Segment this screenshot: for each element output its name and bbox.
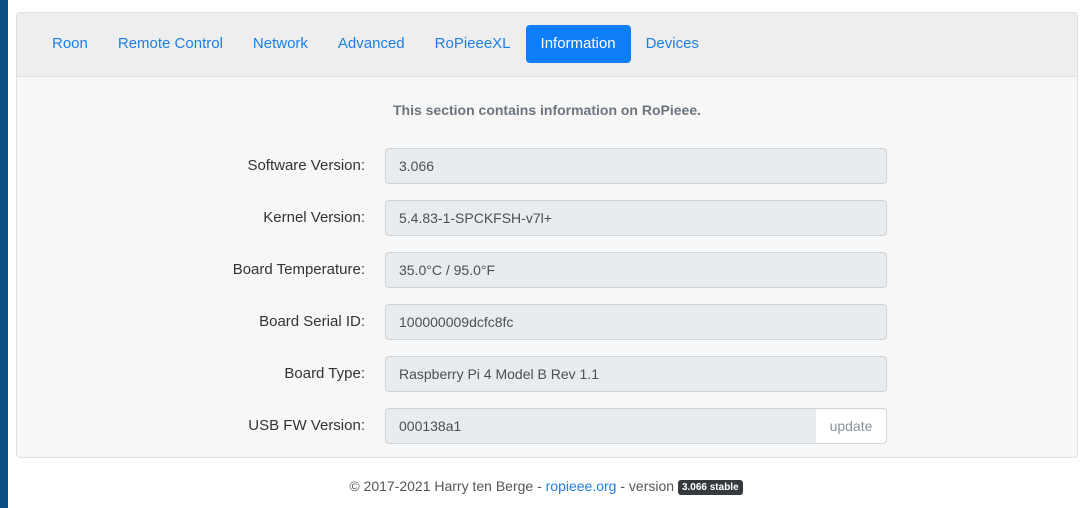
version-badge: 3.066 stable <box>677 480 743 495</box>
tabs: Roon Remote Control Network Advanced RoP… <box>37 25 714 63</box>
tab-advanced[interactable]: Advanced <box>323 25 420 63</box>
usb-fw-version-field[interactable]: 000138a1 <box>385 408 817 444</box>
tab-ropieeexl[interactable]: RoPieeeXL <box>420 25 526 63</box>
board-serial-id-field[interactable]: 100000009dcfc8fc <box>385 304 887 340</box>
tab-devices[interactable]: Devices <box>631 25 714 63</box>
tab-bar: Roon Remote Control Network Advanced RoP… <box>17 13 1077 77</box>
page: Roon Remote Control Network Advanced RoP… <box>8 0 1084 508</box>
kernel-version-field[interactable]: 5.4.83-1-SPCKFSH-v7l+ <box>385 200 887 236</box>
section-intro: This section contains information on RoP… <box>392 102 702 118</box>
software-version-label: Software Version: <box>247 157 365 174</box>
board-type-label: Board Type: <box>284 365 365 382</box>
footer-copyright: © 2017-2021 Harry ten Berge - <box>349 478 546 494</box>
footer: © 2017-2021 Harry ten Berge - ropieee.or… <box>8 478 1084 495</box>
tab-remote-control[interactable]: Remote Control <box>103 25 238 63</box>
usb-fw-version-label: USB FW Version: <box>248 417 365 434</box>
update-button[interactable]: update <box>816 408 887 444</box>
board-temperature-field[interactable]: 35.0°C / 95.0°F <box>385 252 887 288</box>
tab-information[interactable]: Information <box>525 25 631 63</box>
software-version-field[interactable]: 3.066 <box>385 148 887 184</box>
kernel-version-row: Kernel Version: 5.4.83-1-SPCKFSH-v7l+ <box>17 200 1077 236</box>
tab-roon[interactable]: Roon <box>37 25 103 63</box>
software-version-row: Software Version: 3.066 <box>17 148 1077 184</box>
settings-card: Roon Remote Control Network Advanced RoP… <box>16 12 1078 458</box>
board-temperature-label: Board Temperature: <box>232 261 365 278</box>
footer-version-prefix: - version <box>616 478 678 494</box>
footer-link[interactable]: ropieee.org <box>546 478 617 494</box>
board-serial-id-label: Board Serial ID: <box>259 313 365 330</box>
board-serial-id-row: Board Serial ID: 100000009dcfc8fc <box>17 304 1077 340</box>
kernel-version-label: Kernel Version: <box>263 209 365 226</box>
usb-fw-version-row: USB FW Version: 000138a1 update <box>17 408 1077 444</box>
board-type-row: Board Type: Raspberry Pi 4 Model B Rev 1… <box>17 356 1077 392</box>
board-temperature-row: Board Temperature: 35.0°C / 95.0°F <box>17 252 1077 288</box>
board-type-field[interactable]: Raspberry Pi 4 Model B Rev 1.1 <box>385 356 887 392</box>
tab-network[interactable]: Network <box>238 25 323 63</box>
